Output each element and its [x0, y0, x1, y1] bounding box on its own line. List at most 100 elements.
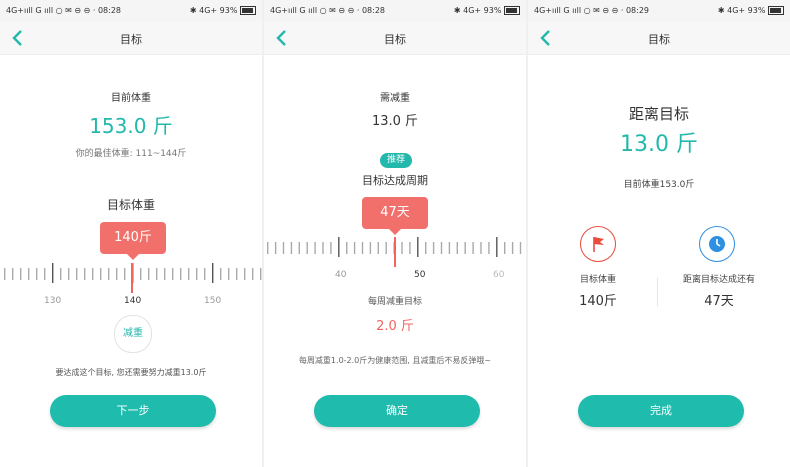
- ruler-tick: [472, 242, 474, 254]
- ruler-tick: [377, 242, 379, 254]
- weekly-goal-label: 每周减重目标: [367, 297, 422, 307]
- ruler-tick: [140, 268, 142, 280]
- ruler-tick: [164, 268, 166, 280]
- ruler-indicator: [131, 263, 133, 293]
- page-title: 目标: [384, 33, 406, 46]
- nav-bar: 目标: [528, 22, 790, 55]
- clock-icon: [699, 226, 735, 262]
- ruler-tick: [100, 268, 102, 280]
- status-bar: 4G+ııll G ııll ○ ✉ ⊖ ⊖ · 08:29 ✱ 4G+ 93%: [528, 0, 790, 22]
- ruler-tick: [92, 268, 94, 280]
- ideal-weight-text: 你的最佳体重: 111~144斤: [75, 149, 187, 159]
- ruler-tick: [60, 268, 62, 280]
- ruler-tick: [20, 268, 22, 280]
- tick-label-130: 130: [44, 296, 62, 306]
- nav-bar: 目标: [0, 22, 262, 55]
- distance-value: 13.0 斤: [620, 132, 698, 157]
- remaining-label: 距离目标达成还有: [682, 275, 755, 285]
- ruler-tick: [172, 268, 174, 280]
- ruler-tick: [244, 268, 246, 280]
- ruler-tick: [353, 242, 356, 254]
- ruler-tick: [306, 242, 308, 254]
- status-right: ✱ 4G+ 93%: [454, 6, 520, 15]
- battery-icon: [768, 6, 784, 15]
- ruler-tick: [12, 268, 14, 280]
- current-weight-value: 153.0 斤: [89, 114, 173, 138]
- ruler-tick: [188, 268, 190, 280]
- ruler-tick: [228, 268, 230, 280]
- ruler-labels: 130 140 150: [0, 296, 262, 308]
- confirm-button[interactable]: 确定: [314, 395, 480, 427]
- ruler-tick: [196, 268, 198, 280]
- ruler-tick: [156, 268, 158, 280]
- remaining-value: 47天: [704, 294, 734, 309]
- ruler-tick: [511, 242, 514, 254]
- distance-label: 距离目标: [628, 105, 689, 123]
- target-weight-bubble: 140斤: [100, 222, 166, 260]
- goal-hint: 要达成这个目标, 您还需要努力减重13.0斤: [55, 368, 207, 377]
- ruler-tick: [322, 242, 324, 254]
- screen-goal-period: 4G+ııll G ııll ○ ✉ ⊖ ⊖ · 08:28 ✱ 4G+ 93%…: [264, 0, 526, 467]
- status-left: 4G+ııll G ııll ○ ✉ ⊖ ⊖ · 08:29: [534, 6, 650, 15]
- ruler-tick: [385, 242, 387, 254]
- ruler-tick: [252, 268, 254, 280]
- battery-icon: [240, 6, 256, 15]
- ruler-tick: [440, 242, 443, 254]
- ruler-tick: [425, 242, 427, 254]
- ruler-tick: [488, 242, 490, 254]
- battery-icon: [504, 6, 520, 15]
- finish-button[interactable]: 完成: [578, 395, 744, 427]
- ruler-tick: [148, 268, 150, 280]
- screen-goal-summary: 4G+ııll G ııll ○ ✉ ⊖ ⊖ · 08:29 ✱ 4G+ 93%…: [528, 0, 790, 467]
- ruler-tick: [346, 242, 348, 254]
- page-title: 目标: [120, 33, 142, 46]
- ruler-tick: [401, 242, 403, 254]
- target-weight-label: 目标体重: [106, 198, 155, 212]
- current-weight-text: 目前体重153.0斤: [623, 180, 695, 190]
- ruler-tick: [274, 242, 277, 254]
- ruler-tick: [338, 237, 340, 257]
- status-right: ✱ 4G+ 93%: [190, 6, 256, 15]
- tick-label-150: 150: [204, 296, 222, 306]
- ruler-tick: [480, 242, 482, 254]
- ruler-tick: [290, 242, 293, 254]
- ruler-tick: [76, 268, 78, 280]
- ruler-tick: [68, 268, 70, 280]
- ruler-tick: [84, 268, 86, 280]
- stat-divider: [657, 278, 658, 306]
- tick-label-40: 40: [335, 270, 347, 280]
- ruler-tick: [28, 268, 30, 280]
- period-ruler[interactable]: [264, 234, 526, 274]
- ruler-tick: [519, 242, 522, 254]
- ruler-tick: [36, 268, 38, 280]
- ruler-tick: [212, 263, 214, 283]
- ruler-tick: [4, 268, 6, 280]
- ruler-tick: [496, 237, 498, 257]
- ruler-tick: [464, 242, 466, 254]
- ruler-tick: [180, 268, 182, 280]
- ruler-labels: 40 50 60: [264, 270, 526, 282]
- ruler-tick: [456, 242, 458, 254]
- recommend-tag: 推荐: [380, 153, 412, 168]
- current-weight-label: 目前体重: [111, 93, 151, 104]
- ruler-tick: [369, 242, 372, 254]
- ruler-tick: [417, 237, 419, 257]
- ruler-tick: [267, 242, 269, 254]
- status-bar: 4G+ııll G ııll ○ ✉ ⊖ ⊖ · 08:28 ✱ 4G+ 93%: [264, 0, 526, 22]
- nav-bar: 目标: [264, 22, 526, 55]
- ruler-indicator: [394, 237, 396, 267]
- ruler-tick: [361, 242, 364, 254]
- ruler-tick: [116, 268, 118, 280]
- ruler-tick: [409, 242, 411, 254]
- ruler-tick: [52, 263, 54, 283]
- tick-label-50: 50: [414, 270, 426, 280]
- ruler-tick: [330, 242, 332, 254]
- need-lose-value: 13.0 斤: [371, 114, 419, 129]
- weekly-goal-value: 2.0 斤: [376, 319, 414, 334]
- ruler-tick: [298, 242, 300, 254]
- period-bubble: 47天: [362, 197, 428, 235]
- goal-period-label: 目标达成周期: [362, 174, 428, 187]
- status-left: 4G+ııll G ııll ○ ✉ ⊖ ⊖ · 08:28: [6, 6, 122, 15]
- ruler-tick: [220, 268, 222, 280]
- next-step-button[interactable]: 下一步: [50, 395, 216, 427]
